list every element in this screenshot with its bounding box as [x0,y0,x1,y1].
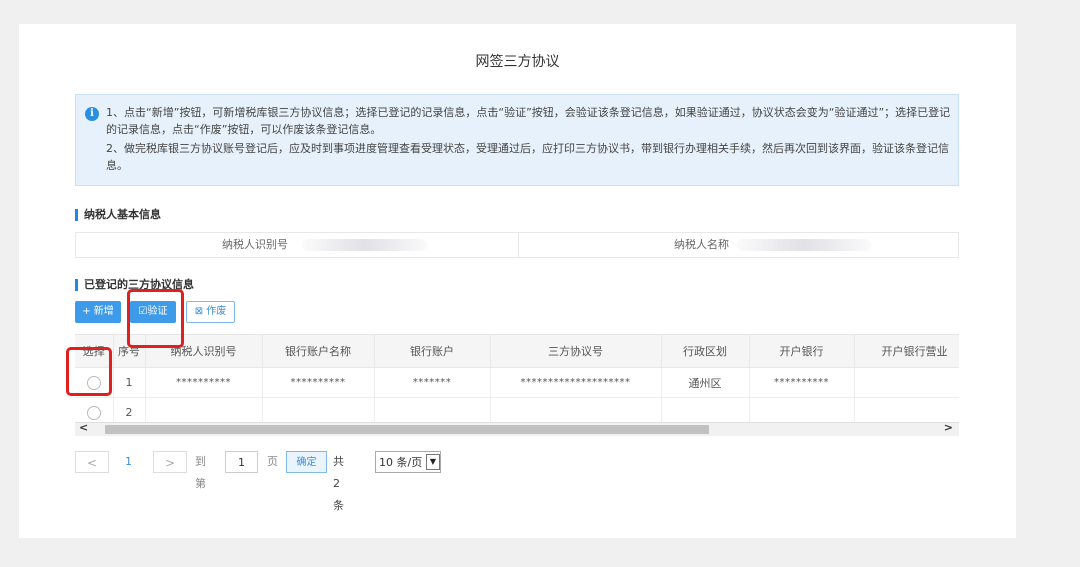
scroll-right-icon[interactable]: > [944,421,953,434]
add-button[interactable]: + 新增 [75,301,121,323]
notice-box: i 1、点击“新增”按钮，可新增税库银三方协议信息；选择已登记的记录信息，点击“… [75,94,959,186]
taxpayer-id-value [302,239,427,251]
goto-confirm-button[interactable]: 确定 [286,451,327,473]
page-title: 网签三方协议 [475,54,560,70]
notice-line-1: 1、点击“新增”按钮，可新增税库银三方协议信息；选择已登记的记录信息，点击“验证… [106,106,951,136]
chevron-down-icon[interactable]: ▼ [426,454,440,470]
row-bank-branch [854,367,959,398]
scrollbar-thumb[interactable] [105,425,709,434]
main-panel: 网签三方协议 i 1、点击“新增”按钮，可新增税库银三方协议信息；选择已登记的记… [19,24,1016,538]
row-bank: ********** [749,367,855,398]
highlight-verify-button [127,289,184,348]
col-bank-branch: 开户银行营业 [854,335,959,368]
table-header-row: 选择 序号 纳税人识别号 银行账户名称 银行账户 三方协议号 行政区划 开户银行… [75,335,959,368]
page-size-value: 10 条/页 [379,456,423,469]
goto-page-input[interactable]: 1 [225,451,258,473]
void-button[interactable]: ⊠ 作废 [186,301,235,323]
goto-label: 到第 [195,455,206,490]
taxpayer-info-row: 纳税人识别号 纳税人名称 [75,232,959,258]
col-region: 行政区划 [661,335,750,368]
agreements-table: 选择 序号 纳税人识别号 银行账户名称 银行账户 三方协议号 行政区划 开户银行… [75,334,959,436]
col-agreement-no: 三方协议号 [490,335,662,368]
table-row[interactable]: 1 ********** ********** ******* ********… [75,367,959,398]
next-page-button[interactable]: > [153,451,187,473]
row-index: 1 [113,367,146,398]
row-region: 通州区 [661,367,750,398]
taxpayer-name-label: 纳税人名称 [674,238,729,251]
row-account-name: ********** [262,367,375,398]
col-bank: 开户银行 [749,335,855,368]
highlight-row-radio [66,347,112,396]
taxpayer-section-title: 纳税人基本信息 [75,209,161,221]
horizontal-scrollbar[interactable]: < > [75,421,959,436]
scroll-left-icon[interactable]: < [79,421,88,434]
col-account: 银行账户 [374,335,491,368]
page-size-select[interactable]: 10 条/页 ▼ [375,451,441,473]
void-icon: ⊠ [194,306,204,317]
notice-line-2: 2、做完税库银三方协议账号登记后，应及时到事项进度管理查看受理状态，受理通过后，… [106,142,949,172]
taxpayer-id-label: 纳税人识别号 [222,238,288,251]
row-radio[interactable] [86,405,101,420]
void-label: 作废 [206,306,227,317]
row-agreement-no: ******************** [490,367,662,398]
prev-page-button[interactable]: < [75,451,109,473]
taxpayer-name-value [736,239,871,251]
row-account: ******* [374,367,491,398]
total-count: 共 2 条 [333,455,344,512]
info-icon: i [85,107,99,121]
row-taxpayer-id: ********** [145,367,263,398]
col-account-name: 银行账户名称 [262,335,375,368]
page-unit-label: 页 [267,455,278,468]
current-page[interactable]: 1 [125,451,132,473]
